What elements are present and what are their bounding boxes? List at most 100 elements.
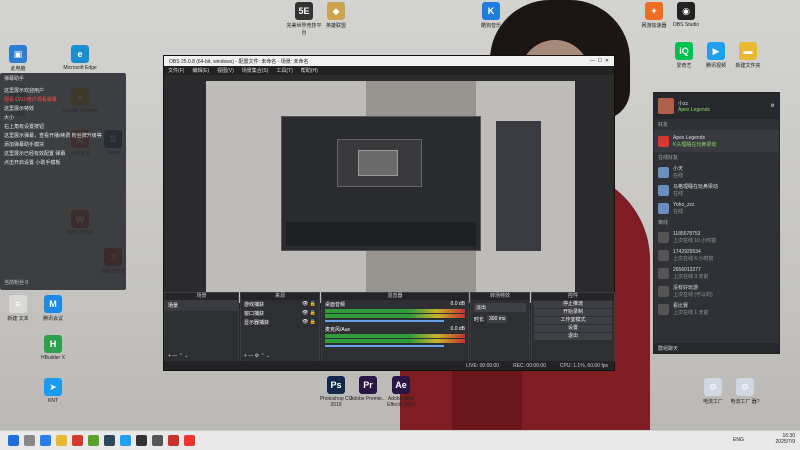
menu-item[interactable]: 帮助(H) xyxy=(301,67,318,74)
desktop-icon[interactable]: K 酷狗音乐 xyxy=(473,2,509,29)
control-button[interactable]: 设置 xyxy=(534,325,612,332)
visibility-lock-icon[interactable]: 👁 🔒 xyxy=(302,319,316,326)
visibility-lock-icon[interactable]: 👁 🔒 xyxy=(302,301,316,308)
language-indicator[interactable]: ENG xyxy=(733,437,744,443)
desktop-icon[interactable]: ➤ KNT xyxy=(35,378,71,404)
desktop-app-icon: ≡ xyxy=(9,295,27,313)
friend-row[interactable]: 小天 在线 xyxy=(654,163,779,181)
clock[interactable]: 16:30 2025/7/9 xyxy=(755,433,795,445)
danmaku-helper-window[interactable]: 弹幕助手 这里展示欢迎用户 观看 LV10用户观看弹幕 这里展示特效 大小 右上角有设置… xyxy=(0,73,126,290)
friends-section-label: 好友 xyxy=(658,122,669,128)
source-item[interactable]: 窗口捕获 👁 🔒 xyxy=(241,309,319,318)
volume-slider[interactable] xyxy=(325,320,444,322)
nested-obs-preview xyxy=(281,116,481,251)
friend-row[interactable]: 1185578753 上次在线 10 小时前 xyxy=(654,228,779,246)
featured-game[interactable]: Apex Legends K头理睡在玩鼻梁动 xyxy=(654,130,779,152)
mixer-channel[interactable]: 桌面音频 0.0 dB xyxy=(325,301,465,322)
source-add-remove[interactable]: + — ⚙ ⌃ ⌄ xyxy=(244,353,270,359)
source-list[interactable]: 游戏捕获 👁 🔒 窗口捕获 👁 🔒 显示器捕获 👁 🔒 xyxy=(241,300,319,327)
source-item[interactable]: 游戏捕获 👁 🔒 xyxy=(241,300,319,309)
taskbar-app-icon[interactable] xyxy=(104,435,115,446)
mixer-channels[interactable]: 桌面音频 0.0 dB 麦克风/Aux 0.0 dB xyxy=(322,300,468,352)
taskbar-app-icon[interactable] xyxy=(88,435,99,446)
taskbar-app-icon[interactable] xyxy=(24,435,35,446)
control-button[interactable]: 退出 xyxy=(534,333,612,340)
desktop-app-icon: M xyxy=(44,295,62,313)
taskbar-app-icon[interactable] xyxy=(40,435,51,446)
desktop-icon[interactable]: Pr Adobe Premie... xyxy=(350,376,386,402)
control-button[interactable]: 工作室模式 xyxy=(534,317,612,324)
desktop-icon[interactable]: 5E 完美世界竞技平台 xyxy=(286,2,322,36)
friend-row[interactable]: 1742929534 上次在线 6 小时前 xyxy=(654,246,779,264)
menu-item[interactable]: 场景集合(S) xyxy=(242,67,269,74)
volume-slider[interactable] xyxy=(325,345,444,347)
desktop-icon[interactable]: ▣ 此电脑 xyxy=(0,45,36,72)
channel-level: 0.0 dB xyxy=(450,326,465,332)
control-buttons[interactable]: 停止推流 开始录制 工作室模式 设置 退出 xyxy=(532,301,614,340)
taskbar-app-icon[interactable] xyxy=(152,435,163,446)
taskbar-app-icon[interactable] xyxy=(72,435,83,446)
desktop-icon[interactable]: ⚙ 电流工厂 xyxy=(695,378,731,405)
duration-input[interactable]: 300 ms xyxy=(487,315,508,323)
controls-dock[interactable]: 控件 停止推流 开始录制 工作室模式 设置 退出 xyxy=(531,292,615,362)
friend-row[interactable]: 2656013277 上次在线 3 天前 xyxy=(654,264,779,282)
volume-meter xyxy=(325,339,465,343)
desktop-icon[interactable]: ◉ OBS Studio xyxy=(668,2,704,28)
obs-window[interactable]: OBS 25.0.8 (64-bit, windows) - 配置文件: 未命名… xyxy=(163,55,615,371)
friends-panel[interactable]: 小zz Apex Legends ⚙ 好友 Apex Legends K头理睡在… xyxy=(653,92,780,354)
friend-row[interactable]: 看比赛 上次在线 1 天前 xyxy=(654,300,779,318)
group-chat-footer[interactable]: 群组聊天 xyxy=(654,343,779,353)
mixer-dock[interactable]: 混音器 桌面音频 0.0 dB 麦克风/Aux 0.0 dB xyxy=(321,292,469,362)
source-item[interactable]: 显示器捕获 👁 🔒 xyxy=(241,318,319,327)
taskbar-app-icon[interactable] xyxy=(120,435,131,446)
taskbar-app-icon[interactable] xyxy=(184,435,195,446)
menu-item[interactable]: 工具(T) xyxy=(276,67,292,74)
desktop-icon[interactable]: M 腾讯会议 xyxy=(35,295,71,322)
desktop-icon[interactable]: H HBuilder X xyxy=(35,335,71,361)
nested-chat-panel xyxy=(496,121,541,251)
mixer-channel[interactable]: 麦克风/Aux 0.0 dB xyxy=(325,326,465,347)
friend-row[interactable]: 没有好玩游 上次在线 (可以的) xyxy=(654,282,779,300)
profile-header[interactable]: 小zz Apex Legends ⚙ xyxy=(654,93,779,119)
desktop-icon[interactable]: ▶ 腾讯视频 xyxy=(698,42,734,69)
taskbar-app-icon[interactable] xyxy=(56,435,67,446)
menu-item[interactable]: 文件(F) xyxy=(168,67,184,74)
desktop-icon[interactable]: ◆ 英雄联盟 xyxy=(318,2,354,29)
online-friends[interactable]: 小天 在线 马格理睡在玩鼻梁动 在线 Yoho_zzz 在线 xyxy=(654,163,779,217)
taskbar[interactable]: ENG 16:30 2025/7/9 xyxy=(0,430,800,450)
desktop-icon[interactable]: ✦ 网游加速器 xyxy=(636,2,672,29)
desktop-icon[interactable]: ≡ 新建 文本 xyxy=(0,295,36,322)
transitions-dock[interactable]: 转场特效 淡出 时长 300 ms xyxy=(470,292,530,362)
taskbar-app-icon[interactable] xyxy=(168,435,179,446)
menu-item[interactable]: 视图(V) xyxy=(217,67,234,74)
friend-avatar xyxy=(658,166,669,178)
desktop-icon[interactable]: e Microsoft Edge xyxy=(62,45,98,71)
transition-select[interactable]: 淡出 xyxy=(474,303,526,312)
source-name: 显示器捕获 xyxy=(244,320,270,326)
offline-friends[interactable]: 1185578753 上次在线 10 小时前 1742929534 上次在线 6 小时… xyxy=(654,228,779,318)
control-button[interactable]: 开始录制 xyxy=(534,309,612,316)
window-controls[interactable]: — ☐ ✕ xyxy=(590,58,609,64)
desktop-icon[interactable]: iQ 爱奇艺 xyxy=(666,42,702,69)
scenes-dock[interactable]: 场景 场景 + — ⌃ ⌄ xyxy=(164,292,239,362)
sources-dock[interactable]: 来源 游戏捕获 👁 🔒 窗口捕获 👁 🔒 显示器捕获 👁 🔒 + — ⚙ ⌃ ⌄ xyxy=(240,292,320,362)
scene-add-remove[interactable]: + — ⌃ ⌄ xyxy=(168,353,188,359)
friend-name: 没有好玩游 xyxy=(673,285,699,291)
desktop-app-icon: K xyxy=(482,2,500,20)
friend-status: 上次在线 (可以的) xyxy=(673,292,713,298)
taskbar-app-icon[interactable] xyxy=(136,435,147,446)
start-icon[interactable] xyxy=(8,435,19,446)
scene-item[interactable]: 场景 xyxy=(165,300,238,311)
desktop-icon[interactable]: ▬ 新建文件夹 xyxy=(730,42,766,69)
visibility-lock-icon[interactable]: 👁 🔒 xyxy=(302,310,316,317)
friend-row[interactable]: 马格理睡在玩鼻梁动 在线 xyxy=(654,181,779,199)
desktop-icon[interactable]: Ps Photoshop CC 2019 xyxy=(318,376,354,408)
desktop-icon[interactable]: ⚙ 电流工厂 器? xyxy=(727,378,763,405)
settings-gear-icon[interactable]: ⚙ xyxy=(771,103,775,109)
obs-preview[interactable] xyxy=(206,81,575,309)
friend-row[interactable]: Yoho_zzz 在线 xyxy=(654,199,779,217)
obs-titlebar[interactable]: OBS 25.0.8 (64-bit, windows) - 配置文件: 未命名… xyxy=(164,56,614,66)
control-button[interactable]: 停止推流 xyxy=(534,301,612,308)
menu-item[interactable]: 编辑(E) xyxy=(192,67,209,74)
desktop-icon[interactable]: Ae Adobe After Effects 2020 xyxy=(383,376,419,408)
